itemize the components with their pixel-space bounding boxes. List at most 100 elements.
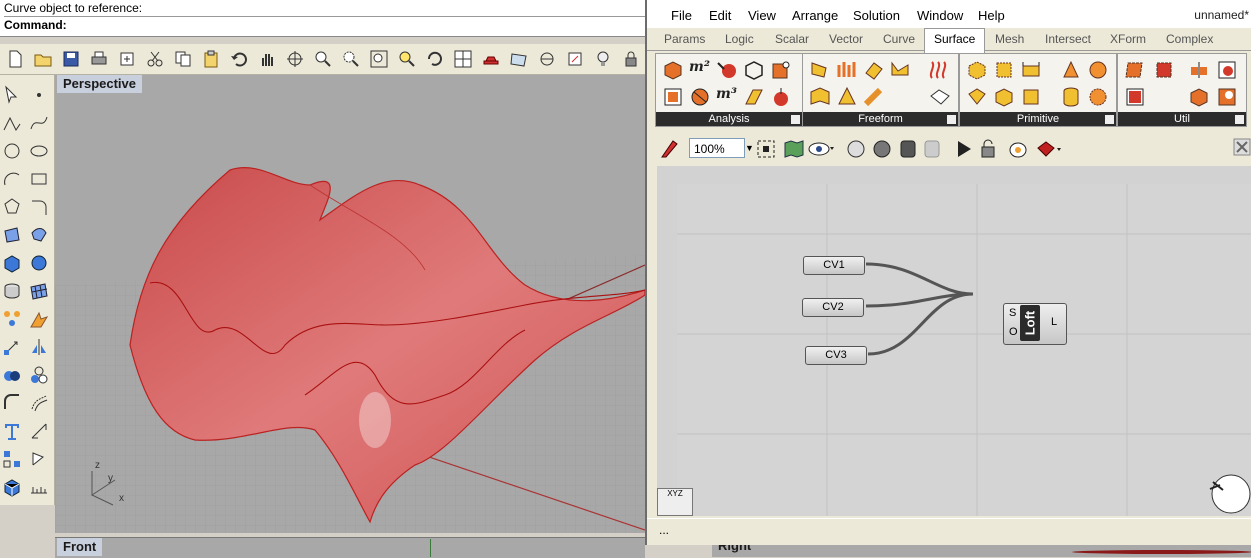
point-in-brep-icon[interactable] (770, 86, 792, 108)
tab-logic[interactable]: Logic (725, 32, 754, 46)
curve-icon[interactable] (27, 111, 51, 135)
solve-play-icon[interactable] (953, 138, 975, 160)
explode-icon[interactable] (27, 307, 51, 331)
loft-output-l[interactable]: L (1051, 316, 1057, 328)
surface-corner-icon[interactable] (0, 223, 24, 247)
preview-shaded-icon[interactable] (871, 138, 893, 160)
expand-corner-icon[interactable] (947, 115, 956, 124)
tab-params[interactable]: Params (664, 32, 705, 46)
cylinder-prim-icon[interactable] (1060, 86, 1082, 108)
expand-corner-icon[interactable] (791, 115, 800, 124)
extrude-icon[interactable] (863, 59, 885, 81)
expand-corner-icon[interactable] (1235, 115, 1244, 124)
param-cv2[interactable]: CV2 (802, 298, 864, 317)
pipe-icon[interactable] (863, 86, 885, 108)
menu-window[interactable]: Window (917, 8, 963, 23)
perspective-viewport[interactable]: Perspective z y x (55, 75, 645, 533)
group-icon[interactable] (0, 447, 24, 471)
sphere-prim-icon[interactable] (1087, 59, 1109, 81)
bake-dropdown-icon[interactable] (1035, 138, 1065, 160)
network-surface-icon[interactable] (890, 59, 912, 81)
box-rectangle-icon[interactable] (966, 59, 988, 81)
print-icon[interactable] (88, 48, 110, 70)
polygon-icon[interactable] (0, 195, 24, 219)
copy-icon[interactable] (172, 48, 194, 70)
loft-input-o[interactable]: O (1009, 326, 1018, 338)
bounding-box-icon[interactable] (743, 59, 765, 81)
blend-icon[interactable] (0, 391, 24, 415)
osnap-icon[interactable] (536, 48, 558, 70)
analyze-icon[interactable] (27, 447, 51, 471)
volume-icon[interactable]: m³ (716, 86, 738, 108)
tab-complex[interactable]: Complex (1166, 32, 1213, 46)
undo-icon[interactable] (228, 48, 250, 70)
box-analysis-icon[interactable] (662, 59, 684, 81)
edge-surface-icon[interactable] (929, 86, 951, 108)
select-filter-icon[interactable] (564, 48, 586, 70)
tab-vector[interactable]: Vector (829, 32, 863, 46)
loft-input-s[interactable]: S (1009, 307, 1016, 319)
menu-solution[interactable]: Solution (853, 8, 900, 23)
viewport-title[interactable]: Perspective (57, 75, 142, 93)
zoom-window-icon[interactable] (340, 48, 362, 70)
xyz-view-widget[interactable]: XYZ (657, 488, 693, 516)
egg-bake-icon[interactable] (1007, 138, 1029, 160)
divide-surface-icon[interactable] (1124, 59, 1146, 81)
point-icon[interactable] (27, 83, 51, 107)
sweep-icon[interactable] (809, 86, 831, 108)
lock-icon[interactable] (620, 48, 642, 70)
surface-edge-icon[interactable] (27, 223, 51, 247)
menu-arrange[interactable]: Arrange (792, 8, 838, 23)
paste-icon[interactable] (200, 48, 222, 70)
boolean-icon[interactable] (0, 363, 24, 387)
rotate-view-icon[interactable] (284, 48, 306, 70)
dimension-icon[interactable] (27, 419, 51, 443)
dimension-ruler-icon[interactable] (27, 475, 51, 499)
right-viewport[interactable]: Right (712, 545, 1251, 557)
surface-curvature-icon[interactable] (743, 86, 765, 108)
command-input[interactable]: Command: (4, 17, 67, 33)
menu-edit[interactable]: Edit (709, 8, 731, 23)
tab-surface[interactable]: Surface (924, 28, 986, 53)
surface-closest-point-icon[interactable] (716, 59, 738, 81)
select-arrow-icon[interactable] (0, 83, 24, 107)
zoom-selected-icon[interactable] (396, 48, 418, 70)
brep-edges-icon[interactable] (689, 86, 711, 108)
render-box-icon[interactable] (0, 475, 24, 499)
param-cv3[interactable]: CV3 (805, 346, 867, 365)
text-icon[interactable] (0, 419, 24, 443)
loft-component[interactable]: S O Loft L (1003, 303, 1067, 345)
front-viewport[interactable]: Front (55, 537, 645, 558)
zoom-extents-icon[interactable] (368, 48, 390, 70)
brep-join-icon[interactable] (1188, 59, 1210, 81)
copy-trim-icon[interactable] (1124, 86, 1146, 108)
offset-icon[interactable] (27, 391, 51, 415)
open-folder-icon[interactable] (32, 48, 54, 70)
zoom-extents-canvas-icon[interactable] (755, 138, 777, 160)
grid-display-icon[interactable] (508, 48, 530, 70)
edges-from-points-icon[interactable] (1216, 86, 1238, 108)
dimensions-icon[interactable] (662, 86, 684, 108)
mirror-icon[interactable] (27, 335, 51, 359)
pan-hand-icon[interactable] (256, 48, 278, 70)
array-icon[interactable] (0, 307, 24, 331)
box-icon[interactable] (0, 251, 24, 275)
arc-icon[interactable] (0, 167, 24, 191)
expand-corner-icon[interactable] (1105, 115, 1114, 124)
cap-holes-icon[interactable] (1216, 59, 1238, 81)
four-viewports-icon[interactable] (452, 48, 474, 70)
menu-file[interactable]: File (671, 8, 692, 23)
front-viewport-title[interactable]: Front (57, 538, 103, 556)
zoom-dropdown-chevron-icon[interactable]: ▼ (745, 143, 754, 153)
fillet-icon[interactable] (27, 195, 51, 219)
import-icon[interactable] (116, 48, 138, 70)
menu-help[interactable]: Help (978, 8, 1005, 23)
tab-intersect[interactable]: Intersect (1045, 32, 1091, 46)
area-icon[interactable]: m² (689, 59, 711, 81)
car-render-icon[interactable] (480, 48, 502, 70)
move-icon[interactable] (0, 335, 24, 359)
sphere-icon[interactable] (27, 251, 51, 275)
brep-offset-icon[interactable] (1188, 86, 1210, 108)
tab-scalar[interactable]: Scalar (775, 32, 809, 46)
param-cv1[interactable]: CV1 (803, 256, 865, 275)
